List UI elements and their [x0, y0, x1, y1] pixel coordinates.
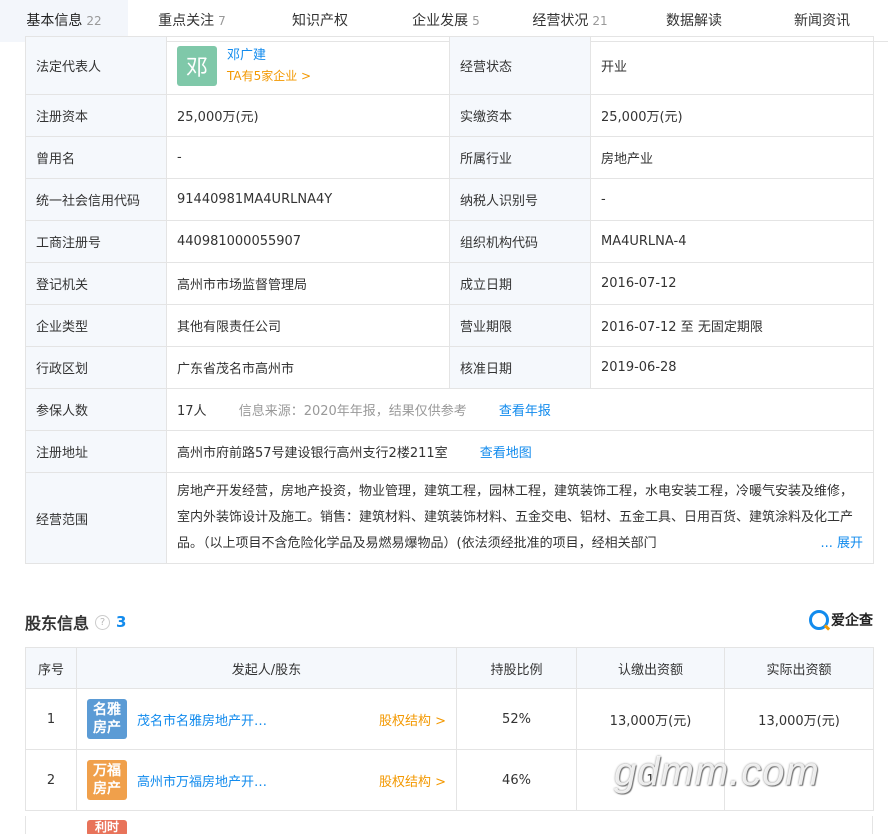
- shareholders-count: 3: [116, 613, 127, 631]
- brand-logo: 爱企查: [809, 610, 873, 630]
- insured-source: 信息来源：2020年年报，结果仅供参考: [238, 404, 467, 419]
- reg-capital-value: 25,000万(元): [166, 94, 450, 137]
- former-name-label: 曾用名: [25, 136, 167, 179]
- address-label: 注册地址: [25, 430, 167, 473]
- subscribed-capital: 13,000万(元): [576, 688, 725, 750]
- industry-label: 所属行业: [449, 136, 591, 179]
- view-map-link[interactable]: 查看地图: [480, 446, 532, 461]
- former-name-value: -: [166, 136, 450, 179]
- tab-label: 经营状况: [532, 13, 589, 29]
- column-header: 序号: [25, 647, 77, 689]
- reg-authority-label: 登记机关: [25, 262, 167, 305]
- biz-reg-label: 工商注册号: [25, 220, 167, 263]
- region-label: 行政区划: [25, 346, 167, 389]
- address-value: 高州市府前路57号建设银行高州支行2楼211室: [177, 446, 448, 461]
- table-row: 1 名雅房产 茂名市名雅房地产开… 股权结构 > 52% 13,000万(元) …: [25, 688, 874, 750]
- est-date-value: 2016-07-12: [590, 262, 874, 305]
- approval-date-label: 核准日期: [449, 346, 591, 389]
- paid-capital-label: 实缴资本: [449, 94, 591, 137]
- insured-label: 参保人数: [25, 388, 167, 431]
- tab-label: 重点关注: [158, 13, 215, 29]
- share-ratio: 46%: [456, 749, 577, 811]
- scope-cell: 房地产开发经营，房地产投资，物业管理，建筑工程，园林工程，建筑装饰工程，水电安装…: [166, 472, 874, 564]
- biz-reg-value: 440981000055907: [166, 220, 450, 263]
- brand-name: 爱企查: [831, 613, 873, 629]
- biz-term-value: 2016-07-12 至 无固定期限: [590, 304, 874, 347]
- legal-rep-avatar[interactable]: 邓: [177, 45, 217, 86]
- column-header: 发起人/股东: [76, 647, 457, 689]
- holder-name-link[interactable]: 茂名市名雅房地产开…: [137, 710, 297, 729]
- credit-code-value: 91440981MA4URLNA4Y: [166, 178, 450, 221]
- scope-value: 房地产开发经营，房地产投资，物业管理，建筑工程，园林工程，建筑装饰工程，水电安装…: [177, 484, 854, 551]
- legal-rep-cell: 邓 邓广建 TA有5家企业 >: [166, 36, 450, 95]
- company-logo[interactable]: 万福房产: [87, 760, 127, 800]
- help-icon[interactable]: ?: [95, 614, 111, 630]
- holder-name-link[interactable]: 高州市万福房地产开…: [137, 771, 297, 790]
- tab-count: 21: [592, 14, 608, 28]
- status-label: 经营状态: [449, 36, 591, 95]
- status-value: 开业: [590, 36, 874, 95]
- legal-rep-companies-link[interactable]: TA有5家企业 >: [227, 66, 311, 86]
- scope-expand-link[interactable]: ... 展开: [816, 531, 863, 557]
- tab-label: 知识产权: [292, 13, 348, 29]
- org-code-label: 组织机构代码: [449, 220, 591, 263]
- holder-cell: 名雅房产 茂名市名雅房地产开… 股权结构 >: [76, 688, 457, 750]
- address-cell: 高州市府前路57号建设银行高州支行2楼211室 查看地图: [166, 430, 874, 473]
- shareholders-title: 股东信息: [25, 614, 90, 633]
- tab-label: 企业发展: [412, 13, 469, 29]
- company-logo[interactable]: 利时: [87, 820, 127, 834]
- column-header: 实际出资额: [724, 647, 874, 689]
- column-header: 持股比例: [456, 647, 577, 689]
- basic-info-table: 法定代表人 邓 邓广建 TA有5家企业 > 经营状态 开业 注册资本 25,00…: [25, 36, 874, 564]
- region-value: 广东省茂名市高州市: [166, 346, 450, 389]
- org-code-value: MA4URLNA-4: [590, 220, 874, 263]
- equity-structure-link[interactable]: 股权结构 >: [379, 771, 446, 790]
- approval-date-value: 2019-06-28: [590, 346, 874, 389]
- company-type-value: 其他有限责任公司: [166, 304, 450, 347]
- taxpayer-value: -: [590, 178, 874, 221]
- magnifier-icon: [809, 610, 829, 630]
- legal-rep-label: 法定代表人: [25, 36, 167, 95]
- reg-authority-value: 高州市市场监督管理局: [166, 262, 450, 305]
- tab-label: 基本信息: [26, 13, 83, 29]
- holder-cell: 万福房产 高州市万福房地产开… 股权结构 >: [76, 749, 457, 811]
- tab-count: 7: [218, 14, 226, 28]
- share-ratio: 52%: [456, 688, 577, 750]
- actual-capital: 13,000万(元): [724, 688, 874, 750]
- tab-count: 5: [472, 14, 480, 28]
- company-type-label: 企业类型: [25, 304, 167, 347]
- tab-label: 新闻资讯: [794, 13, 850, 29]
- insured-value: 17人: [177, 404, 207, 419]
- taxpayer-label: 纳税人识别号: [449, 178, 591, 221]
- credit-code-label: 统一社会信用代码: [25, 178, 167, 221]
- column-header: 认缴出资额: [576, 647, 725, 689]
- legal-rep-name-link[interactable]: 邓广建: [227, 46, 311, 66]
- view-annual-report-link[interactable]: 查看年报: [499, 404, 551, 419]
- est-date-label: 成立日期: [449, 262, 591, 305]
- tab-label: 数据解读: [666, 13, 722, 29]
- tab-count: 22: [86, 14, 102, 28]
- company-logo[interactable]: 名雅房产: [87, 699, 127, 739]
- table-header-row: 序号 发起人/股东 持股比例 认缴出资额 实际出资额: [25, 647, 874, 689]
- row-index: 1: [25, 688, 77, 750]
- watermark: gdmm.com: [614, 750, 820, 794]
- insured-cell: 17人 信息来源：2020年年报，结果仅供参考 查看年报: [166, 388, 874, 431]
- equity-structure-link[interactable]: 股权结构 >: [379, 710, 446, 729]
- paid-capital-value: 25,000万(元): [590, 94, 874, 137]
- table-row-partial: 利时: [25, 816, 873, 834]
- shareholders-header: 股东信息 ? 3: [25, 610, 126, 634]
- biz-term-label: 营业期限: [449, 304, 591, 347]
- scope-label: 经营范围: [25, 472, 167, 564]
- reg-capital-label: 注册资本: [25, 94, 167, 137]
- industry-value: 房地产业: [590, 136, 874, 179]
- row-index: 2: [25, 749, 77, 811]
